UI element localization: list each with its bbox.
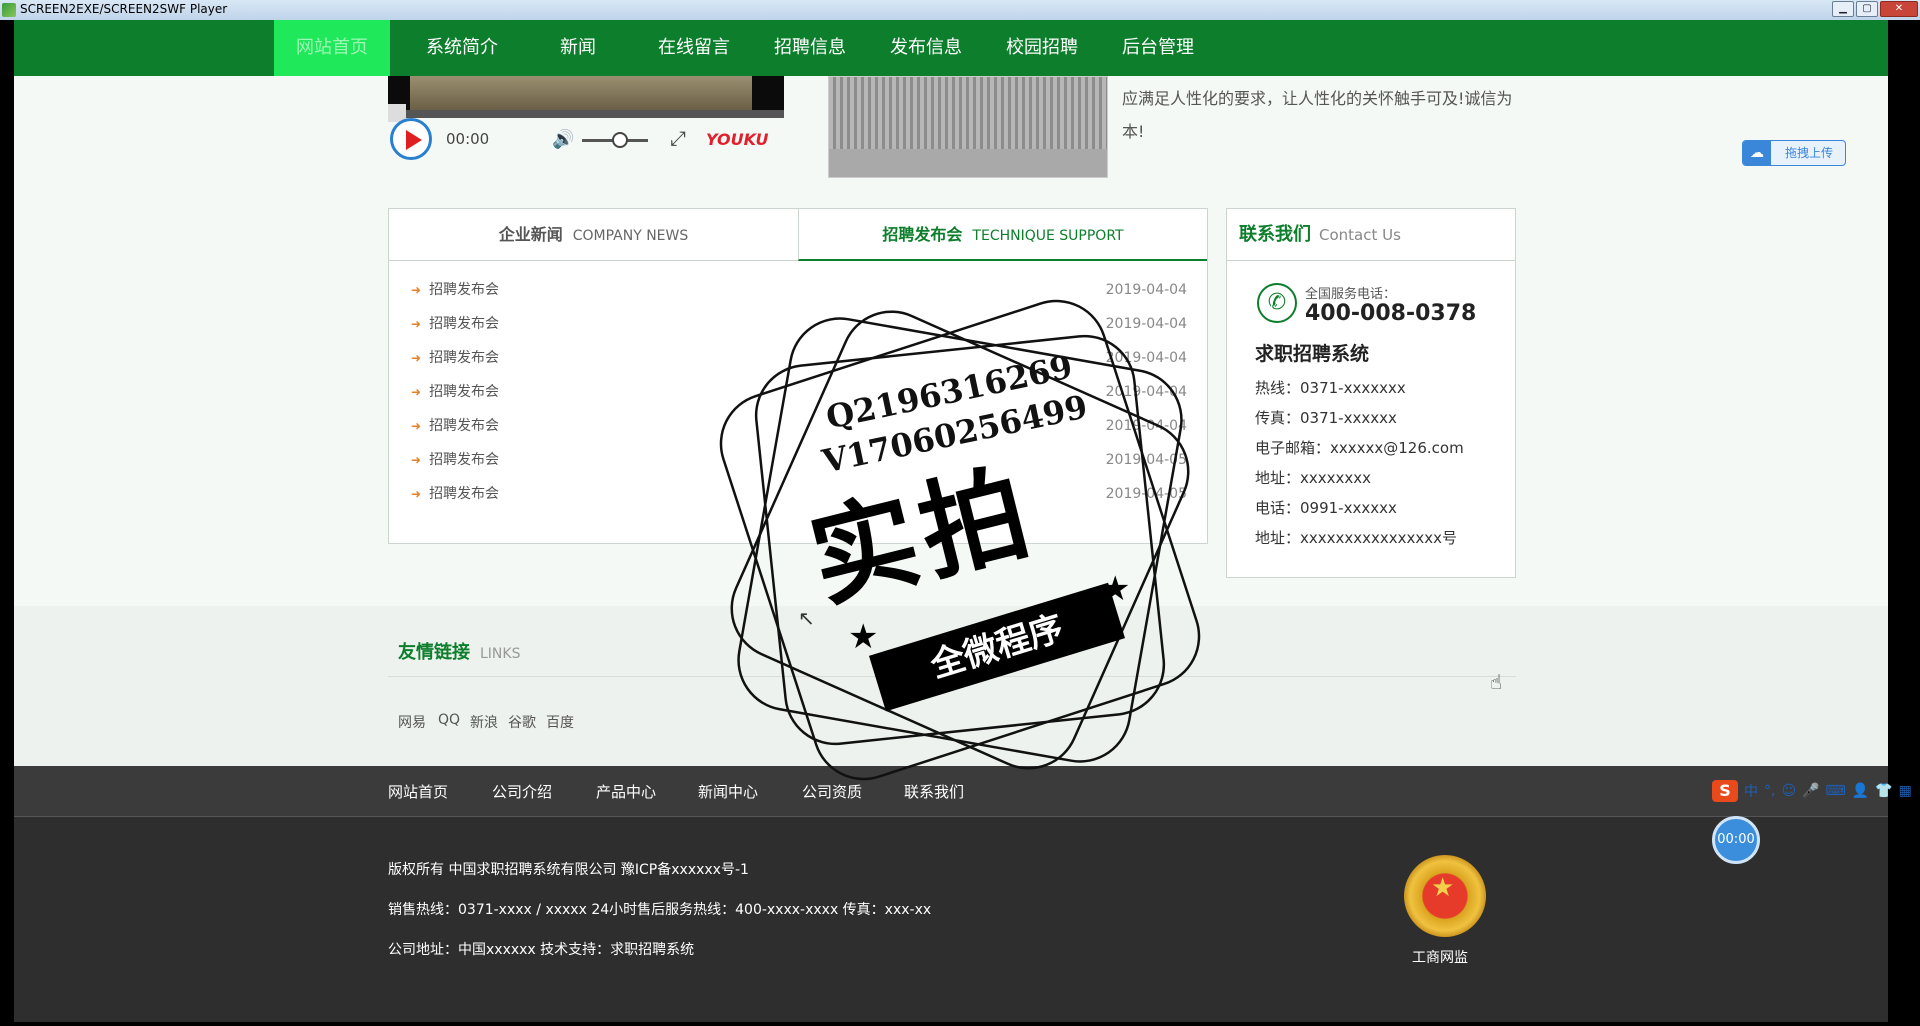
volume-icon[interactable]: 🔊 [552, 129, 574, 150]
ime-menu-icon[interactable]: ▦ [1899, 783, 1912, 799]
video-frame [410, 76, 752, 110]
maximize-button[interactable]: ▢ [1856, 1, 1878, 17]
window-title: SCREEN2EXE/SCREEN2SWF Player [20, 2, 228, 16]
minimize-button[interactable]: ▁ [1832, 1, 1854, 17]
nav-item-home[interactable]: 网站首页 [274, 20, 390, 76]
window-left-border [0, 20, 14, 1026]
arrow-icon: ➜ [411, 453, 422, 467]
news-title[interactable]: 招聘发布会 [429, 486, 499, 502]
nav-item-news[interactable]: 新闻 [520, 20, 636, 76]
news-title[interactable]: 招聘发布会 [429, 350, 499, 366]
fullscreen-icon[interactable]: ⤢ [670, 126, 686, 150]
ime-emoji-icon[interactable]: ☺ [1781, 783, 1796, 799]
footer-hotline: 销售热线：0371-xxxx / xxxxx 24小时售后服务热线：400-xx… [388, 902, 932, 918]
footer: 版权所有 中国求职招聘系统有限公司 豫ICP备xxxxxx号-1 销售热线：03… [14, 816, 1888, 1022]
ime-skin-icon[interactable]: 👕 [1875, 783, 1892, 799]
video-progress-track[interactable] [388, 110, 784, 118]
arrow-icon: ➜ [411, 487, 422, 501]
national-emblem-icon[interactable] [1404, 855, 1486, 937]
link-item[interactable]: 网易 [398, 712, 426, 732]
arrow-icon: ➜ [411, 385, 422, 399]
main-navigation: 网站首页 系统简介 新闻 在线留言 招聘信息 发布信息 校园招聘 后台管理 [14, 20, 1888, 76]
phone-icon: ✆ [1257, 283, 1297, 323]
window-right-border [1888, 20, 1920, 1026]
ime-punctuation-icon[interactable]: °, [1764, 783, 1775, 799]
footer-address: 公司地址：中国xxxxxx 技术支持：求职招聘系统 [388, 942, 695, 958]
arrow-icon: ➜ [411, 283, 422, 297]
hotline-number: 400-008-0378 [1305, 301, 1477, 326]
close-button[interactable]: ✕ [1880, 1, 1918, 17]
play-icon[interactable] [390, 118, 432, 160]
ime-toolbar[interactable]: S 中 °, ☺ 🎤 ⌨ 👤 👕 ▦ [1712, 780, 1912, 802]
news-title[interactable]: 招聘发布会 [429, 418, 499, 434]
video-player[interactable] [388, 76, 784, 118]
arrow-icon: ➜ [411, 351, 422, 365]
contact-line: 电子邮箱：xxxxxx@126.com [1255, 439, 1464, 457]
contact-line: 地址：xxxxxxxx [1255, 469, 1372, 487]
nav-item-campus[interactable]: 校园招聘 [984, 20, 1100, 76]
contact-line: 地址：xxxxxxxxxxxxxxxx号 [1255, 529, 1458, 547]
tab-label-en: COMPANY NEWS [572, 228, 689, 244]
nav-item-publish[interactable]: 发布信息 [868, 20, 984, 76]
contact-line: 传真：0371-xxxxxx [1255, 409, 1397, 427]
tab-company-news[interactable]: 企业新闻 COMPANY NEWS [389, 209, 798, 261]
tab-label-cn: 招聘发布会 [882, 225, 963, 244]
footer-nav-about[interactable]: 公司介绍 [492, 781, 552, 802]
contact-line: 电话：0991-xxxxxx [1255, 499, 1397, 517]
hand-cursor-icon: ☝ [1490, 670, 1503, 694]
sogou-ime-icon[interactable]: S [1712, 780, 1738, 802]
window-titlebar: SCREEN2EXE/SCREEN2SWF Player ▁ ▢ ✕ [0, 0, 1920, 20]
link-item[interactable]: QQ [438, 712, 460, 728]
drag-upload-button[interactable]: ☁ 拖拽上传 [1742, 140, 1846, 166]
arrow-icon: ➜ [411, 419, 422, 433]
contact-header: 联系我们 Contact Us [1227, 209, 1515, 261]
hotline-label: 全国服务电话： [1305, 287, 1397, 302]
links-title-cn: 友情链接 [398, 642, 470, 663]
intro-text: 应满足人性化的要求，让人性化的关怀触手可及!诚信为本! [1122, 89, 1513, 141]
arrow-cursor-icon: ↖ [798, 606, 815, 630]
tab-label-en: TECHNIQUE SUPPORT [972, 228, 1124, 244]
footer-copyright: 版权所有 中国求职招聘系统有限公司 豫ICP备xxxxxx号-1 [388, 862, 749, 878]
link-item[interactable]: 百度 [546, 712, 574, 732]
footer-nav-home[interactable]: 网站首页 [388, 781, 448, 802]
footer-nav-products[interactable]: 产品中心 [596, 781, 656, 802]
arrow-icon: ➜ [411, 317, 422, 331]
contact-title-cn: 联系我们 [1239, 224, 1311, 245]
app-icon [2, 3, 16, 17]
window-controls: ▁ ▢ ✕ [1832, 1, 1918, 17]
news-title[interactable]: 招聘发布会 [429, 282, 499, 298]
contact-title-en: Contact Us [1319, 226, 1401, 244]
video-time: 00:00 [446, 130, 490, 148]
link-item[interactable]: 谷歌 [508, 712, 536, 732]
ime-user-icon[interactable]: 👤 [1852, 783, 1869, 799]
recording-timer[interactable]: 00:00 [1712, 816, 1760, 864]
ime-voice-icon[interactable]: 🎤 [1802, 783, 1819, 799]
cloud-icon: ☁ [1743, 141, 1771, 165]
company-name: 求职招聘系统 [1255, 343, 1370, 365]
link-item[interactable]: 新浪 [470, 712, 498, 732]
news-title[interactable]: 招聘发布会 [429, 452, 499, 468]
news-title[interactable]: 招聘发布会 [429, 316, 499, 332]
ime-keyboard-icon[interactable]: ⌨ [1826, 783, 1846, 799]
tab-label-cn: 企业新闻 [498, 225, 563, 244]
contact-line: 热线：0371-xxxxxxx [1255, 379, 1406, 397]
nav-item-message[interactable]: 在线留言 [636, 20, 752, 76]
nav-item-admin[interactable]: 后台管理 [1100, 20, 1216, 76]
youku-logo: YOUKU [706, 130, 769, 149]
ime-chinese-mode[interactable]: 中 [1744, 781, 1758, 801]
nav-item-about[interactable]: 系统简介 [404, 20, 520, 76]
upload-label: 拖拽上传 [1785, 146, 1834, 160]
news-title[interactable]: 招聘发布会 [429, 384, 499, 400]
links-title: 友情链接 LINKS [398, 638, 520, 664]
contact-box: 联系我们 Contact Us ✆ 全国服务电话： 400-008-0378 求职… [1226, 208, 1516, 578]
emblem-label: 工商网监 [1412, 950, 1468, 966]
nav-item-jobs[interactable]: 招聘信息 [752, 20, 868, 76]
gate-photo [828, 76, 1108, 178]
links-title-en: LINKS [480, 646, 521, 662]
tab-recruitment[interactable]: 招聘发布会 TECHNIQUE SUPPORT [798, 209, 1207, 261]
volume-knob[interactable] [612, 132, 628, 148]
